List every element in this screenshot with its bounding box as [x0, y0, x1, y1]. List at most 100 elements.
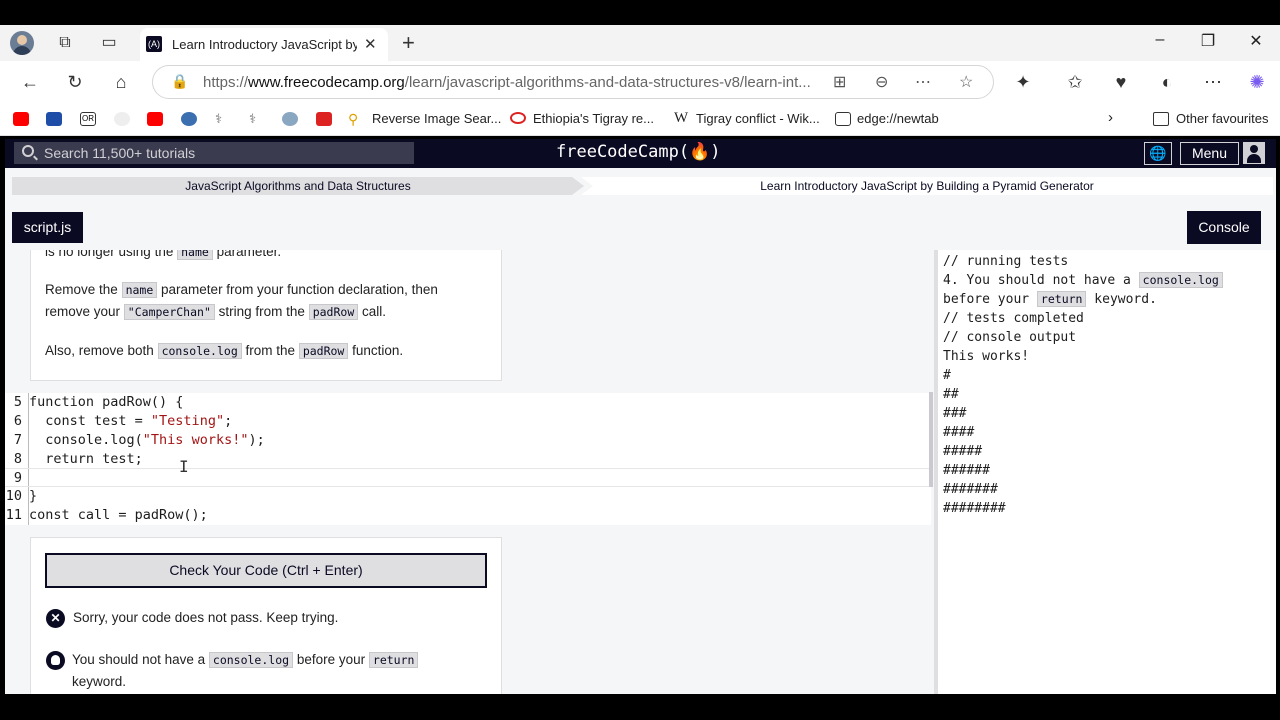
browser-toolbar: ← ↻ ⌂ 🔒 https://www.freecodecamp.org/lea… — [0, 61, 1280, 103]
breadcrumb-course[interactable]: JavaScript Algorithms and Data Structure… — [12, 177, 584, 195]
instructions-para1-line2: remove your "CamperChan" string from the… — [45, 304, 387, 320]
editor-scrollbar[interactable] — [929, 392, 933, 487]
console-line: before your return keyword. — [943, 291, 1157, 307]
instructions-para1-line1: Remove the name parameter from your func… — [45, 282, 438, 298]
fcc-page: JavaScript Algorithms and Data Structure… — [5, 168, 1276, 694]
edge-icon[interactable]: ◐ — [1156, 71, 1178, 93]
language-globe-icon[interactable]: 🌐 — [1144, 142, 1172, 165]
wordpress-icon[interactable] — [181, 112, 197, 126]
bookmark-other-favourites[interactable]: Other favourites — [1176, 111, 1269, 126]
console-pyramid-row: ####### — [943, 482, 998, 497]
lightbulb-icon — [46, 651, 65, 670]
browser-tabstrip: ⧉ ▭ (A) Learn Introductory JavaScript by… — [0, 25, 1280, 61]
newtab-icon[interactable] — [835, 112, 851, 126]
code-line[interactable]: 5 function padRow() { — [5, 393, 931, 412]
tab-title: Learn Introductory JavaScript by Buildin… — [172, 37, 357, 52]
wikipedia-icon[interactable]: W — [674, 110, 688, 127]
active-tab[interactable]: (A) Learn Introductory JavaScript by Bui… — [140, 28, 388, 61]
eu-flag-icon[interactable] — [46, 112, 62, 126]
app-available-icon[interactable]: ⊞ — [833, 72, 846, 92]
restore-icon[interactable]: ❐ — [1198, 31, 1218, 51]
favorites-icon[interactable]: ✩ — [1064, 71, 1086, 93]
copilot-icon[interactable]: ✺ — [1246, 71, 1268, 93]
reload-icon[interactable]: ↻ — [64, 71, 86, 93]
profile-avatar[interactable] — [10, 31, 34, 55]
medical-icon-2[interactable]: ⚕ — [249, 112, 265, 126]
instructions-para2: Also, remove both console.log from the p… — [45, 343, 404, 359]
close-window-icon[interactable]: ✕ — [1246, 31, 1266, 51]
minimize-icon[interactable]: – — [1150, 31, 1170, 49]
letterbox-top — [0, 0, 1280, 25]
editor-pane: is no longer using the name parameter. R… — [5, 250, 934, 694]
check-code-button[interactable]: Check Your Code (Ctrl + Enter) — [45, 553, 487, 588]
map-pin-icon[interactable] — [316, 112, 332, 126]
console-pyramid-row: ######## — [943, 501, 1006, 516]
bookmarks-bar: OR ⚕ ⚕ ⚲ Reverse Image Sear... Ethiopia'… — [0, 103, 1280, 136]
code-editor[interactable]: 5 function padRow() { 6 const test = "Tes… — [5, 393, 931, 525]
bookmark-ethiopia[interactable]: Ethiopia's Tigray re... — [533, 111, 654, 126]
fcc-navbar: Search 11,500+ tutorials freeCodeCamp(🔥)… — [5, 139, 1276, 168]
console-pyramid-row: #### — [943, 425, 975, 440]
bookmark-tigray-wiki[interactable]: Tigray conflict - Wik... — [696, 111, 820, 126]
youtube-icon-2[interactable] — [147, 112, 163, 126]
close-tab-icon[interactable]: ✕ — [364, 35, 377, 53]
console-pyramid-row: ###### — [943, 463, 990, 478]
breadcrumb-lesson[interactable]: Learn Introductory JavaScript by Buildin… — [581, 177, 1273, 195]
globe-bookmark-icon[interactable] — [282, 112, 298, 126]
workspaces-icon[interactable]: ⧉ — [55, 33, 75, 53]
back-icon[interactable]: ← — [19, 71, 41, 93]
lock-icon[interactable]: 🔒 — [171, 73, 188, 90]
console-pyramid-row: ##### — [943, 444, 983, 459]
search-bookmark-icon[interactable]: ⚲ — [348, 112, 364, 126]
chevron-right-icon[interactable]: › — [1108, 109, 1113, 126]
console-line: // console output — [943, 330, 1077, 345]
code-line[interactable]: 11 const call = padRow(); — [5, 506, 931, 525]
code-line[interactable]: 8 return test; — [5, 450, 931, 469]
console-pyramid-row: # — [943, 368, 951, 383]
fcc-logo[interactable]: freeCodeCamp(🔥) — [556, 142, 720, 162]
menu-button[interactable]: Menu — [1180, 142, 1239, 165]
console-pyramid-row: ### — [943, 406, 967, 421]
search-placeholder: Search 11,500+ tutorials — [44, 145, 196, 161]
medical-icon[interactable]: ⚕ — [215, 112, 231, 126]
code-line-active[interactable]: 9 — [5, 468, 931, 487]
letterbox-bottom — [0, 694, 1280, 720]
folder-icon[interactable] — [1153, 112, 1169, 126]
text-cursor-icon: I — [179, 457, 189, 476]
file-tab-script-js[interactable]: script.js — [12, 212, 83, 243]
screen: ⧉ ▭ (A) Learn Introductory JavaScript by… — [0, 0, 1280, 720]
console-line: 4. You should not have a console.log — [943, 271, 1223, 290]
search-input[interactable]: Search 11,500+ tutorials — [14, 142, 414, 164]
zoom-icon[interactable]: ⊖ — [875, 72, 888, 92]
user-avatar[interactable] — [1243, 142, 1265, 164]
code-line[interactable]: 10} — [5, 487, 931, 506]
console-output: // running tests 4. You should not have … — [938, 250, 1276, 694]
blank-icon[interactable] — [114, 112, 130, 126]
address-bar[interactable]: 🔒 https://www.freecodecamp.org/learn/jav… — [152, 65, 994, 99]
settings-menu-icon[interactable]: ⋯ — [1202, 71, 1224, 93]
new-tab-icon[interactable]: + — [402, 30, 415, 56]
console-button[interactable]: Console — [1187, 211, 1261, 244]
code-line[interactable]: 7 console.log("This works!"); — [5, 431, 931, 450]
browser-essentials-icon[interactable]: ♥ — [1110, 71, 1132, 93]
youtube-icon[interactable] — [13, 112, 29, 126]
favorite-star-icon[interactable]: ☆ — [959, 72, 973, 92]
instructions-line0: is no longer using the name parameter. — [45, 250, 281, 263]
error-x-icon: ✕ — [46, 609, 65, 628]
url-text[interactable]: https://www.freecodecamp.org/learn/javas… — [203, 74, 813, 91]
more-icon[interactable]: ⋯ — [915, 72, 931, 92]
code-line[interactable]: 6 const test = "Testing"; — [5, 412, 931, 431]
console-line: // tests completed — [943, 311, 1084, 326]
bookmark-reverse-image[interactable]: Reverse Image Sear... — [372, 111, 501, 126]
fcc-favicon-icon: (A) — [146, 36, 162, 52]
home-icon[interactable]: ⌂ — [110, 71, 132, 93]
or-icon[interactable]: OR — [80, 112, 96, 126]
tab-actions-icon[interactable]: ▭ — [99, 33, 119, 53]
console-line: // running tests — [943, 254, 1069, 269]
console-pyramid-row: ## — [943, 387, 959, 402]
search-icon — [22, 145, 34, 157]
extensions-icon[interactable]: ✦ — [1012, 71, 1034, 93]
bookmark-newtab[interactable]: edge://newtab — [857, 111, 939, 126]
comment-icon[interactable] — [510, 112, 526, 124]
console-line: This works! — [943, 349, 1030, 364]
